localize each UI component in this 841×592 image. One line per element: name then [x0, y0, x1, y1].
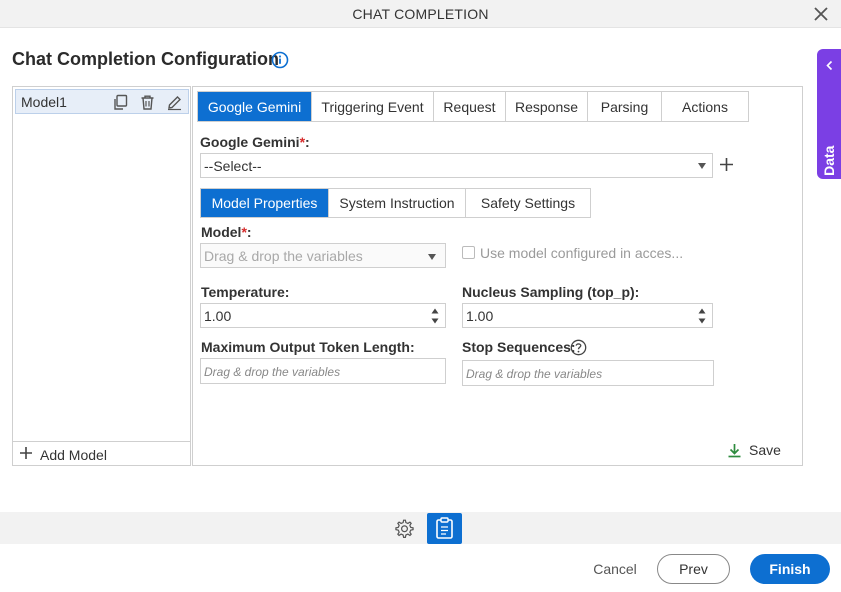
- chevron-down-icon: [698, 163, 706, 169]
- save-button[interactable]: Save: [727, 441, 781, 459]
- prev-button[interactable]: Prev: [657, 554, 730, 584]
- clipboard-button[interactable]: [427, 513, 462, 544]
- model-select[interactable]: Drag & drop the variables: [200, 243, 446, 268]
- stop-sequences-input[interactable]: Drag & drop the variables: [462, 360, 714, 386]
- app-data-tab[interactable]: App Data: [817, 49, 841, 207]
- close-icon[interactable]: [809, 2, 833, 26]
- window-titlebar: CHAT COMPLETION: [0, 0, 841, 28]
- sub-tabs: Model Properties System Instruction Safe…: [200, 188, 591, 218]
- google-gemini-select[interactable]: --Select--: [200, 153, 713, 178]
- top-p-value: 1.00: [466, 308, 494, 324]
- model-placeholder: Drag & drop the variables: [204, 248, 363, 264]
- configuration-panel: Google Gemini Triggering Event Request R…: [192, 86, 803, 466]
- tab-actions[interactable]: Actions: [661, 92, 748, 121]
- copy-icon[interactable]: [112, 94, 129, 111]
- temperature-label: Temperature:: [201, 284, 290, 300]
- model-label: Model*:: [201, 224, 252, 240]
- chevron-left-icon: [826, 60, 833, 71]
- list-item-model1[interactable]: Model1: [15, 89, 189, 114]
- app-data-label: App Data: [821, 145, 837, 207]
- max-tokens-placeholder: Drag & drop the variables: [204, 365, 341, 379]
- tab-google-gemini[interactable]: Google Gemini: [198, 92, 311, 121]
- gear-icon[interactable]: [394, 518, 415, 539]
- window-title: CHAT COMPLETION: [352, 6, 489, 22]
- top-p-stepper[interactable]: 1.00: [462, 303, 713, 328]
- add-connection-plus-icon[interactable]: [719, 157, 734, 172]
- tab-request[interactable]: Request: [433, 92, 505, 121]
- page-title: Chat Completion Configuration: [12, 49, 279, 69]
- tab-response[interactable]: Response: [505, 92, 587, 121]
- main-tabs: Google Gemini Triggering Event Request R…: [197, 91, 749, 122]
- download-icon: [728, 443, 741, 457]
- google-gemini-label: Google Gemini*:: [200, 134, 310, 150]
- use-model-checkbox[interactable]: [462, 246, 475, 259]
- temperature-value: 1.00: [204, 308, 232, 324]
- chevron-down-icon: [428, 254, 436, 260]
- finish-button[interactable]: Finish: [750, 554, 830, 584]
- top-p-label: Nucleus Sampling (top_p):: [462, 284, 640, 300]
- tab-safety-settings[interactable]: Safety Settings: [465, 189, 590, 217]
- cancel-button[interactable]: Cancel: [585, 554, 645, 584]
- pencil-icon[interactable]: [166, 94, 183, 111]
- temperature-stepper[interactable]: 1.00: [200, 303, 446, 328]
- info-icon[interactable]: [271, 51, 289, 69]
- clipboard-icon: [436, 517, 453, 539]
- tab-parsing[interactable]: Parsing: [587, 92, 661, 121]
- trash-icon[interactable]: [139, 94, 156, 111]
- spinner-arrows-icon[interactable]: [698, 307, 706, 325]
- stop-sequences-placeholder: Drag & drop the variables: [466, 367, 603, 381]
- tab-system-instruction[interactable]: System Instruction: [328, 189, 465, 217]
- footer-toolbar: [0, 512, 841, 544]
- google-gemini-value: --Select--: [204, 158, 262, 174]
- model-name: Model1: [21, 94, 67, 110]
- tab-model-properties[interactable]: Model Properties: [201, 189, 328, 217]
- tab-triggering-event[interactable]: Triggering Event: [311, 92, 433, 121]
- add-model-label: Add Model: [40, 447, 107, 463]
- help-icon[interactable]: [570, 339, 587, 356]
- add-model-button[interactable]: Add Model: [13, 441, 190, 466]
- max-tokens-label: Maximum Output Token Length:: [201, 339, 415, 355]
- use-model-label: Use model configured in acces...: [480, 245, 684, 261]
- plus-icon: [20, 447, 32, 459]
- spinner-arrows-icon[interactable]: [431, 307, 439, 325]
- max-tokens-input[interactable]: Drag & drop the variables: [200, 358, 446, 384]
- save-label: Save: [749, 442, 781, 458]
- model-list-panel: Model1 Add Model: [12, 86, 191, 466]
- stop-sequences-label: Stop Sequences:: [462, 339, 576, 355]
